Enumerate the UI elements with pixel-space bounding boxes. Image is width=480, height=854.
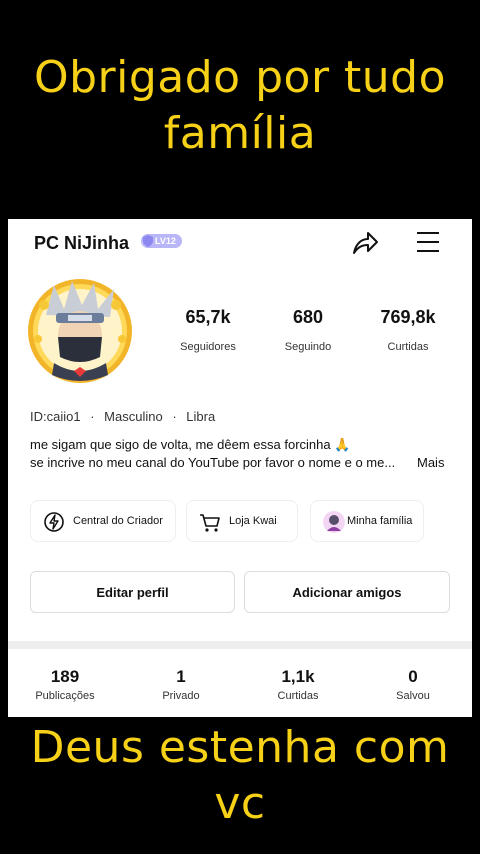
user-id: ID:caiio1 — [30, 409, 81, 424]
bio-more-link[interactable]: Mais — [417, 455, 444, 470]
likes-stat[interactable]: 769,8k Curtidas — [358, 307, 458, 353]
level-badge[interactable]: LV12 — [141, 234, 182, 248]
following-label: Seguindo — [284, 341, 332, 353]
saved-label: Salvou — [396, 690, 430, 702]
bottom-caption-line2: vc — [214, 778, 266, 829]
profile-username: PC NiJinha — [34, 233, 130, 253]
family-avatar-icon — [323, 511, 345, 533]
private-count: 1 — [176, 667, 186, 686]
profile-stats: 65,7k Seguidores 680 Seguindo 769,8k Cur… — [158, 307, 458, 357]
followers-label: Seguidores — [180, 341, 236, 353]
liked-count: 1,1k — [281, 667, 315, 686]
top-caption: Obrigado por tudo família — [0, 50, 480, 162]
menu-icon[interactable] — [414, 229, 442, 255]
tab-liked[interactable]: 1,1k Curtidas — [253, 667, 343, 702]
my-family-label: Minha família — [347, 515, 413, 527]
posts-label: Publicações — [35, 690, 95, 702]
share-icon[interactable] — [350, 229, 380, 257]
likes-label: Curtidas — [387, 341, 429, 353]
creator-center-icon — [44, 512, 64, 532]
user-sign: Libra — [186, 409, 216, 424]
bio-line-1: me sigam que sigo de volta, me dêem essa… — [30, 437, 351, 452]
likes-count: 769,8k — [380, 307, 436, 327]
liked-label: Curtidas — [277, 690, 319, 702]
user-gender: Masculino — [104, 409, 163, 424]
top-caption-line2: família — [163, 108, 317, 159]
bottom-caption: Deus estenha com vc — [0, 720, 480, 832]
profile-header: PC NiJinha LV12 — [8, 219, 472, 265]
posts-count: 189 — [50, 667, 80, 686]
following-stat[interactable]: 680 Seguindo — [258, 307, 358, 353]
info-separator: · — [90, 409, 95, 424]
profile-card: PC NiJinha LV12 65,7k Seguidores 680 Seg… — [8, 219, 472, 717]
followers-count: 65,7k — [185, 307, 231, 327]
kwai-shop-button[interactable]: Loja Kwai — [186, 500, 298, 542]
my-family-button[interactable]: Minha família — [310, 500, 424, 542]
level-badge-text: LV12 — [155, 236, 176, 246]
avatar[interactable] — [24, 275, 136, 387]
following-count: 680 — [292, 307, 324, 327]
content-tabs: 189 Publicações 1 Privado 1,1k Curtidas … — [8, 667, 472, 713]
followers-stat[interactable]: 65,7k Seguidores — [158, 307, 258, 353]
tab-private[interactable]: 1 Privado — [136, 667, 226, 702]
creator-center-label: Central do Criador — [73, 515, 163, 527]
level-shield-icon — [143, 235, 153, 247]
bio-line-2: se incrive no meu canal do YouTube por f… — [30, 455, 396, 470]
section-divider — [8, 641, 472, 649]
creator-center-button[interactable]: Central do Criador — [30, 500, 176, 542]
info-separator: · — [172, 409, 177, 424]
tab-saved[interactable]: 0 Salvou — [368, 667, 458, 702]
saved-count: 0 — [408, 667, 418, 686]
tab-posts[interactable]: 189 Publicações — [20, 667, 110, 702]
bottom-caption-line1: Deus estenha com — [30, 722, 450, 773]
shopping-cart-icon — [200, 514, 220, 532]
profile-info: ID:caiio1 · Masculino · Libra — [30, 409, 215, 424]
kwai-shop-label: Loja Kwai — [229, 515, 277, 527]
private-label: Privado — [162, 690, 200, 702]
top-caption-line1: Obrigado por tudo — [33, 52, 447, 103]
add-friends-button[interactable]: Adicionar amigos — [244, 571, 450, 613]
edit-profile-button[interactable]: Editar perfil — [30, 571, 235, 613]
